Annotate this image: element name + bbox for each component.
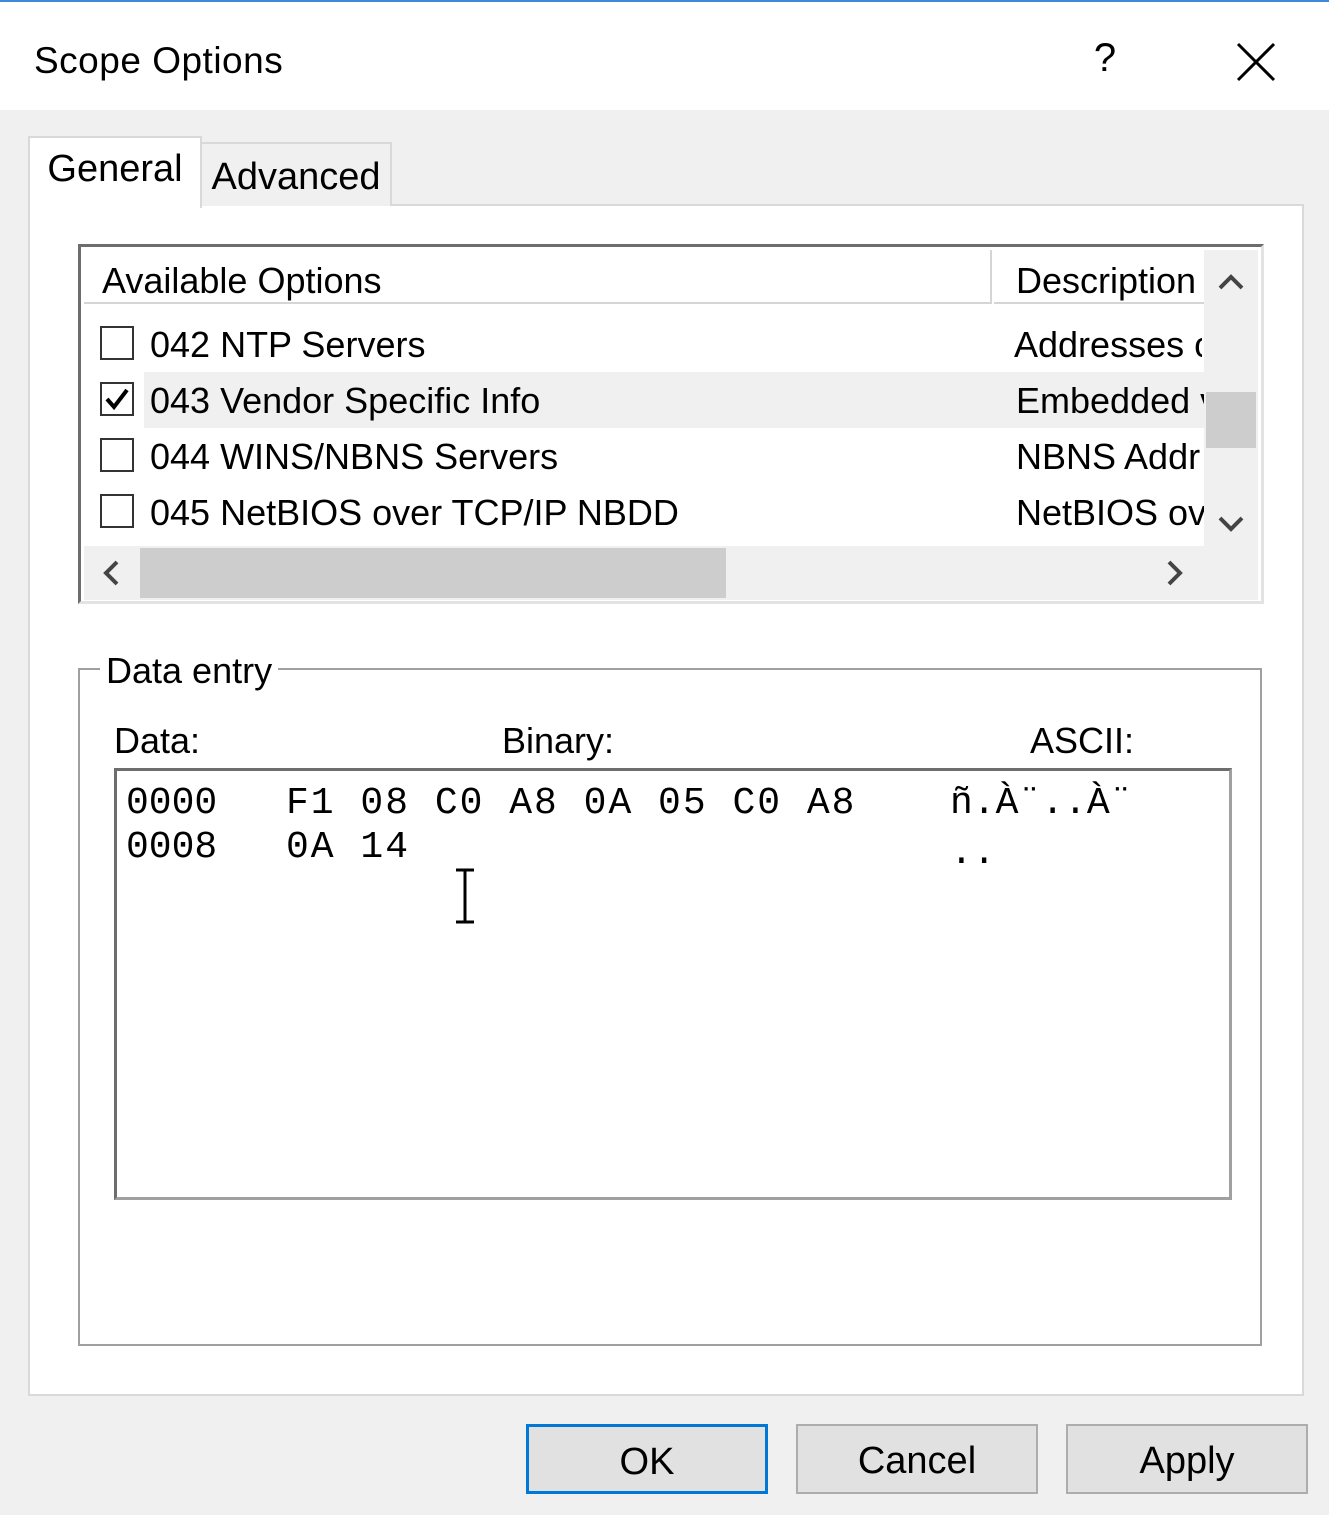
apply-button[interactable]: Apply [1066, 1424, 1308, 1494]
window-top-border [0, 0, 1329, 10]
chevron-left-icon [103, 560, 119, 586]
checkbox[interactable] [100, 438, 134, 472]
tab-general[interactable]: General [28, 136, 202, 208]
text-cursor-icon [450, 866, 480, 926]
chevron-up-icon [1218, 274, 1244, 290]
close-icon [1236, 42, 1276, 82]
horizontal-scroll-thumb[interactable] [140, 548, 726, 598]
hex-bytes: F1 08 C0 A8 0A 05 C0 A8 [286, 782, 857, 825]
list-item[interactable]: 043 Vendor Specific Info Embedded v [84, 372, 1204, 428]
option-description: NetBIOS ov [1016, 492, 1204, 533]
column-header-available-options[interactable]: Available Options [84, 250, 992, 304]
data-label: Data: [114, 720, 201, 761]
option-label: 042 NTP Servers [150, 324, 426, 365]
checkbox[interactable] [100, 326, 134, 360]
ascii-text: .. [950, 832, 996, 875]
hex-offset: 0000 [126, 782, 218, 825]
list-item[interactable]: 045 NetBIOS over TCP/IP NBDD NetBIOS ov [84, 484, 1204, 540]
column-header-description[interactable]: Description [994, 250, 1204, 304]
checkmark-icon [105, 388, 129, 411]
option-description: NBNS Addr [1016, 436, 1201, 477]
checkbox[interactable] [100, 494, 134, 528]
ascii-text: ñ.À¨..À¨ [950, 782, 1133, 825]
scroll-down-arrow[interactable] [1208, 504, 1254, 543]
chevron-down-icon [1218, 516, 1244, 532]
ok-button[interactable]: OK [526, 1424, 768, 1494]
option-label: 043 Vendor Specific Info [150, 380, 541, 421]
hex-bytes: 0A 14 [286, 826, 411, 869]
window-title: Scope Options [34, 40, 284, 81]
hex-offset: 0008 [126, 826, 218, 869]
checkbox-checked[interactable] [100, 382, 134, 416]
option-label: 044 WINS/NBNS Servers [150, 436, 559, 477]
option-label: 045 NetBIOS over TCP/IP NBDD [150, 492, 679, 533]
help-button[interactable]: ? [1090, 36, 1120, 81]
ascii-label: ASCII: [1030, 720, 1135, 761]
cancel-button[interactable]: Cancel [796, 1424, 1038, 1494]
list-item[interactable]: 042 NTP Servers Addresses o [84, 316, 1204, 372]
scroll-left-arrow[interactable] [96, 558, 126, 597]
chevron-right-icon [1167, 560, 1183, 586]
close-button[interactable] [1232, 38, 1280, 86]
list-item[interactable]: 044 WINS/NBNS Servers NBNS Addr [84, 428, 1204, 484]
tab-advanced[interactable]: Advanced [200, 142, 392, 206]
binary-label: Binary: [502, 720, 615, 761]
option-description: Embedded v [1016, 380, 1204, 421]
vertical-scroll-thumb[interactable] [1206, 392, 1256, 448]
data-entry-group-label: Data entry [100, 650, 279, 692]
scroll-up-arrow[interactable] [1208, 262, 1254, 301]
option-description: Addresses o [1014, 324, 1202, 365]
binary-data-editor[interactable] [114, 768, 1232, 1200]
scroll-right-arrow[interactable] [1160, 558, 1190, 597]
